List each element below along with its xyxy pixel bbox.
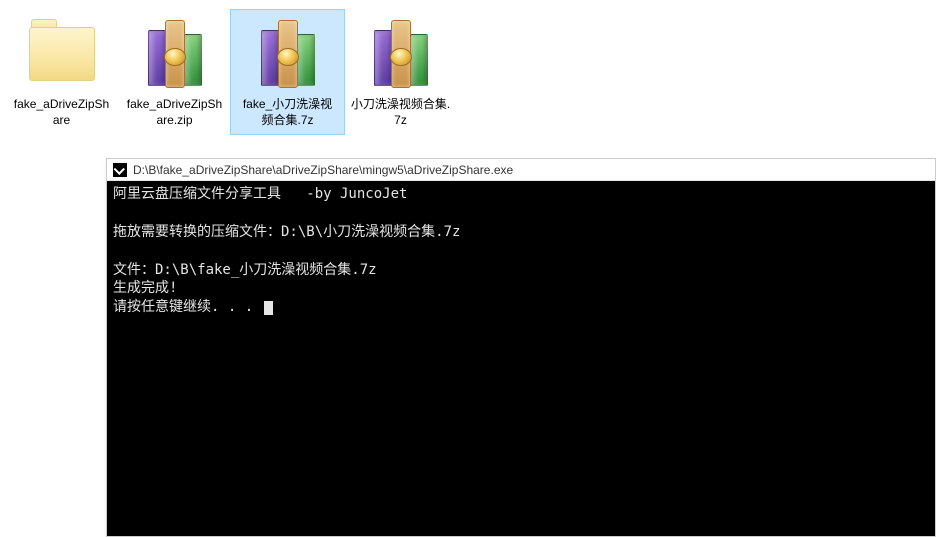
console-line: 文件：D:\B\fake_小刀洗澡视频合集.7z (113, 262, 377, 278)
console-title-text: D:\B\fake_aDriveZipShare\aDriveZipShare\… (133, 163, 513, 177)
file-item-archive[interactable]: fake_aDriveZipShare.zip (118, 10, 231, 134)
file-item-archive[interactable]: 小刀洗澡视频合集.7z (344, 10, 457, 134)
file-label: fake_aDriveZipShare (9, 96, 114, 128)
file-label: fake_aDriveZipShare.zip (122, 96, 227, 128)
archive-icon (248, 16, 328, 92)
console-line: 生成完成! (113, 280, 177, 296)
archive-icon (361, 16, 441, 92)
file-label: 小刀洗澡视频合集.7z (348, 96, 453, 128)
console-line: 请按任意键继续. . . (113, 299, 262, 315)
file-item-folder[interactable]: fake_aDriveZipShare (5, 10, 118, 134)
console-window[interactable]: D:\B\fake_aDriveZipShare\aDriveZipShare\… (106, 158, 936, 537)
cursor-icon (264, 301, 273, 315)
archive-icon (135, 16, 215, 92)
file-explorer-area: fake_aDriveZipShare fake_aDriveZipShare.… (0, 0, 936, 144)
console-title-bar[interactable]: D:\B\fake_aDriveZipShare\aDriveZipShare\… (107, 159, 935, 181)
cmd-icon (113, 163, 127, 177)
console-body[interactable]: 阿里云盘压缩文件分享工具 -by JuncoJet 拖放需要转换的压缩文件：D:… (107, 181, 935, 536)
file-item-archive-selected[interactable]: fake_小刀洗澡视频合集.7z (231, 10, 344, 134)
folder-icon (22, 16, 102, 92)
console-line: 阿里云盘压缩文件分享工具 -by JuncoJet (113, 186, 407, 202)
console-line: 拖放需要转换的压缩文件：D:\B\小刀洗澡视频合集.7z (113, 224, 460, 240)
file-label: fake_小刀洗澡视频合集.7z (235, 96, 340, 128)
